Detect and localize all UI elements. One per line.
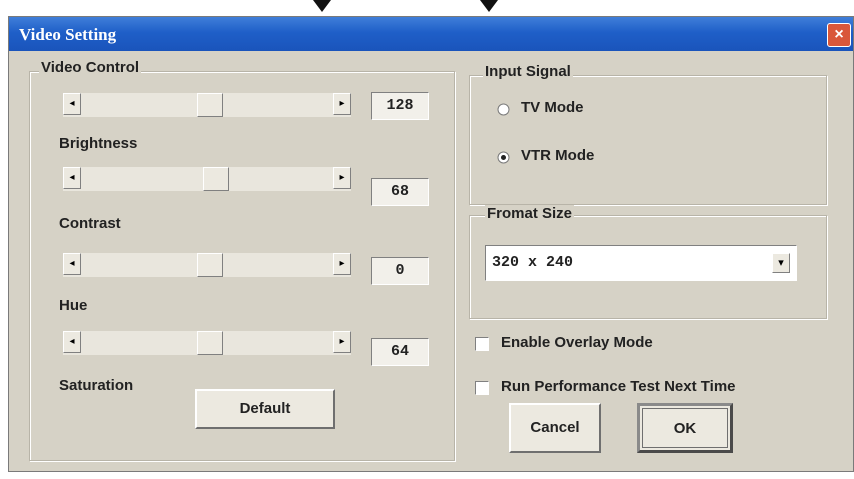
slider-left-button[interactable]: ◂: [63, 253, 81, 275]
slider-right-button[interactable]: ▸: [333, 253, 351, 275]
video-setting-dialog: Video Setting × Video Control ◂ ▸ 128 Br…: [8, 16, 854, 472]
hue-value[interactable]: 64: [371, 338, 429, 366]
radio-tv-mode[interactable]: [497, 103, 510, 116]
video-control-heading: Video Control: [39, 59, 142, 76]
slider-right-button[interactable]: ▸: [333, 331, 351, 353]
close-icon: ×: [834, 26, 844, 43]
input-signal-heading: Input Signal: [483, 63, 573, 80]
run-performance-checkbox[interactable]: [475, 381, 489, 395]
slider-contrast[interactable]: ◂ ▸: [63, 253, 351, 277]
default-button[interactable]: Default: [195, 389, 335, 429]
title-bar[interactable]: Video Setting ×: [9, 17, 853, 51]
slider-left-button[interactable]: ◂: [63, 93, 81, 115]
contrast-value[interactable]: 0: [371, 257, 429, 285]
run-performance-label[interactable]: Run Performance Test Next Time: [501, 378, 736, 395]
dropdown-button[interactable]: ▾: [772, 253, 790, 273]
slider-thumb[interactable]: [197, 253, 223, 277]
slider-thumb[interactable]: [197, 93, 223, 117]
hue-label: Hue: [59, 297, 88, 314]
ok-button[interactable]: OK: [637, 403, 733, 453]
slider-right-button[interactable]: ▸: [333, 93, 351, 115]
saturation-label: Saturation: [59, 377, 134, 394]
slider-left-button[interactable]: ◂: [63, 167, 81, 189]
cursor-marker-right: [480, 0, 498, 12]
slider-hue[interactable]: ◂ ▸: [63, 331, 351, 355]
chevron-down-icon: ▾: [778, 257, 784, 269]
slider-thumb[interactable]: [197, 331, 223, 355]
cursor-marker-left: [313, 0, 331, 12]
slider-right-button[interactable]: ▸: [333, 167, 351, 189]
enable-overlay-checkbox[interactable]: [475, 337, 489, 351]
close-button[interactable]: ×: [827, 23, 851, 47]
vtr-mode-label[interactable]: VTR Mode: [521, 147, 594, 164]
cancel-button[interactable]: Cancel: [509, 403, 601, 453]
slider-thumb[interactable]: [203, 167, 229, 191]
window-title: Video Setting: [19, 25, 117, 44]
video-control-value[interactable]: 128: [371, 92, 429, 120]
tv-mode-label[interactable]: TV Mode: [521, 99, 584, 116]
format-size-heading: Fromat Size: [485, 205, 575, 222]
slider-left-button[interactable]: ◂: [63, 331, 81, 353]
format-size-value: 320 x 240: [492, 254, 574, 271]
contrast-label: Contrast: [59, 215, 121, 232]
brightness-label: Brightness: [59, 135, 138, 152]
dialog-client-area: Video Control ◂ ▸ 128 Brightness ◂ ▸ 68 …: [13, 55, 849, 467]
slider-video-control[interactable]: ◂ ▸: [63, 93, 351, 117]
format-size-select[interactable]: 320 x 240 ▾: [485, 245, 797, 281]
input-signal-group: [469, 75, 827, 205]
enable-overlay-label[interactable]: Enable Overlay Mode: [501, 334, 653, 351]
slider-brightness[interactable]: ◂ ▸: [63, 167, 351, 191]
radio-vtr-mode[interactable]: [497, 151, 510, 164]
brightness-value[interactable]: 68: [371, 178, 429, 206]
